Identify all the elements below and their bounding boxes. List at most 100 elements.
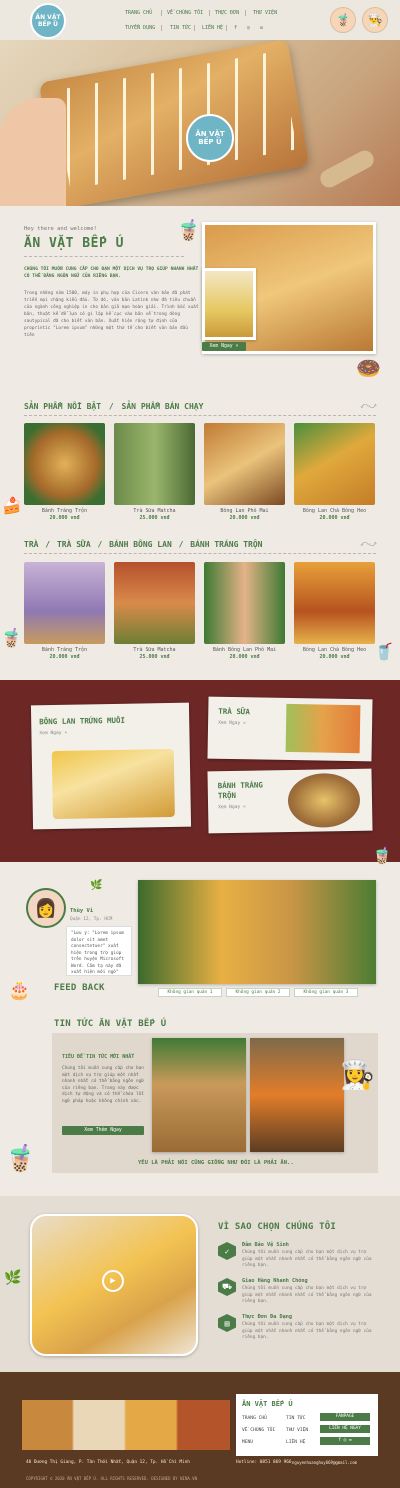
product-card[interactable]: Trà Sữa Matcha 25.000 vnđ	[114, 562, 195, 660]
footer-link-news[interactable]: TIN TỨC	[286, 1416, 305, 1421]
product-image[interactable]	[24, 423, 105, 505]
bestseller-tab[interactable]: SẢN PHẨM BÁN CHẠY	[122, 402, 204, 411]
tab-sponge-cake[interactable]: BÁNH BÔNG LAN	[109, 540, 172, 549]
slider-arrows-icon[interactable]: ⤺⤻	[360, 539, 377, 549]
feedback-gallery-image[interactable]	[138, 880, 376, 984]
product-card[interactable]: Bánh Tráng Trộn 20.000 vnđ	[24, 562, 105, 660]
footer-gallery[interactable]	[22, 1400, 230, 1450]
facebook-icon[interactable]: f	[234, 25, 237, 31]
product-price: 20.000 vnđ	[319, 515, 350, 521]
gallery-tag-1[interactable]: Không gian quán 1	[158, 988, 222, 997]
nav-recruit[interactable]: TUYỂN DỤNG	[125, 25, 155, 31]
leaf-sketch-icon: 🌿	[4, 1270, 22, 1286]
instagram-icon[interactable]: ◎	[247, 25, 250, 31]
nav-menu[interactable]: THỰC ĐƠN	[215, 10, 239, 16]
product-image[interactable]	[24, 562, 105, 644]
bubble-tea-icon: 🧋	[4, 1144, 37, 1174]
product-card[interactable]: Bánh Tráng Trộn 20.000 vnđ	[24, 423, 105, 521]
mail-icon[interactable]: ✉	[260, 25, 263, 31]
why-item-title: Thực Đơn Đa Dạng	[242, 1314, 292, 1320]
product-image[interactable]	[114, 562, 195, 644]
nav-home[interactable]: TRANG CHỦ	[125, 10, 152, 16]
product-image[interactable]	[204, 562, 285, 644]
nav-library[interactable]: THƯ VIỆN	[253, 10, 277, 16]
about-greeting: Hey there and welcome!	[24, 226, 97, 232]
milk-tea-sticker-icon: 🧋	[176, 218, 201, 242]
footer-email[interactable]: nguyenhuanghuy669@gmail.com	[292, 1460, 357, 1465]
promo-card-cake[interactable]: BÔNG LAN TRỨNG MUỐI Xem Ngay »	[30, 702, 192, 830]
news-title: TIN TỨC ĂN VẶT BẾP Ú	[54, 1019, 167, 1029]
product-name: Trà Sữa Matcha	[133, 508, 176, 514]
product-image[interactable]	[204, 423, 285, 505]
avatar: 👩	[26, 888, 66, 928]
why-item-title: Giao Hàng Nhanh Chóng	[242, 1278, 308, 1284]
logo-line2: BẾP Ú	[37, 21, 59, 28]
why-item: ✓ Đảm Bảo Vệ Sinh Chúng tôi muốn cung cấp…	[218, 1242, 378, 1270]
sticker-line2: BẾP Ú	[198, 138, 222, 146]
nav-contact[interactable]: LIÊN HỆ	[202, 25, 223, 31]
logo[interactable]: ĂN VẶT BẾP Ú	[30, 3, 66, 39]
promo-card-rice-paper[interactable]: BÁNH TRÁNG TRỘN Xem Ngay »	[207, 768, 373, 834]
tab-milk-tea[interactable]: TRÀ SỮA	[57, 540, 91, 549]
footer-link-menu[interactable]: MENU	[242, 1440, 253, 1445]
header: ĂN VẶT BẾP Ú TRANG CHỦ VỀ CHÚNG TÔI THỰC…	[0, 0, 400, 40]
product-price: 20.000 vnđ	[49, 515, 80, 521]
cake-sketch-icon: 🎂	[8, 980, 31, 1001]
section2-title: TRÀ / TRÀ SỮA / BÁNH BÔNG LAN / BÁNH TRÁ…	[24, 540, 263, 549]
product-card[interactable]: Trà Sữa Matcha 25.000 vnđ	[114, 423, 195, 521]
promo-title: BÁNH TRÁNG TRỘN	[217, 780, 263, 801]
footer-social-icons[interactable]: f ◎ ✉	[320, 1437, 370, 1445]
product-card[interactable]: Bánh Bông Lan Phô Mai 20.000 vnđ	[204, 562, 285, 660]
promo-link[interactable]: Xem Ngay »	[39, 731, 67, 736]
product-price: 20.000 vnđ	[229, 654, 260, 660]
footer-link-library[interactable]: THƯ VIỆN	[286, 1428, 308, 1433]
fanpage-button[interactable]: FANPAGE	[320, 1413, 370, 1421]
footer-link-contact[interactable]: LIÊN HỆ	[286, 1440, 305, 1445]
about-view-button[interactable]: Xem Ngay »	[202, 342, 246, 351]
contact-now-button[interactable]: LIÊN HỆ NGAY	[320, 1425, 370, 1433]
gallery-tag-2[interactable]: Không gian quán 2	[226, 988, 290, 997]
logo-line1: ĂN VẶT	[35, 14, 61, 21]
product-name: Bánh Bông Lan Phô Mai	[212, 647, 277, 653]
slider-arrows-icon[interactable]: ⤺⤻	[360, 401, 377, 411]
news-image-1[interactable]	[152, 1038, 246, 1152]
bubble-tea-icon: 🧋	[372, 846, 392, 865]
product-card[interactable]: Bông Lan Phô Mai 20.000 vnđ	[204, 423, 285, 521]
product-price: 25.000 vnđ	[139, 654, 170, 660]
title-separator: /	[45, 540, 51, 549]
tab-rice-paper[interactable]: BÁNH TRÁNG TRỘN	[190, 540, 262, 549]
about-title: ĂN VẶT BẾP Ú	[24, 236, 124, 251]
product-image[interactable]	[294, 423, 375, 505]
title-separator: /	[178, 540, 184, 549]
promo-link[interactable]: Xem Ngay »	[218, 805, 246, 810]
brand-sticker: ĂN VẶT BẾP Ú	[186, 114, 234, 162]
news-image-2[interactable]	[250, 1038, 344, 1152]
footer-link-about[interactable]: VỀ CHÚNG TÔI	[242, 1428, 275, 1433]
play-icon[interactable]: ▶	[102, 1270, 124, 1292]
promo-card-milk-tea[interactable]: TRÀ SỮA Xem Ngay »	[207, 696, 373, 762]
divider	[24, 415, 376, 416]
footer-title: ĂN VẶT BẾP Ú	[242, 1400, 293, 1408]
product-name: Bông Lan Chà Bông Heo	[302, 647, 367, 653]
footer-hotline[interactable]: Hotline: 0851 869 966	[236, 1460, 292, 1465]
nav-divider	[226, 25, 227, 31]
nav-news[interactable]: TIN TỨC	[170, 25, 191, 31]
product-card[interactable]: Bông Lan Chà Bông Heo 20.000 vnđ	[294, 423, 375, 521]
tab-tea[interactable]: TRÀ	[24, 540, 38, 549]
product-image[interactable]	[114, 423, 195, 505]
drink-sketch-icon: 🥤	[374, 642, 394, 661]
product-name: Bông Lan Chà Bông Heo	[302, 508, 367, 514]
hero-banner: ĂN VẶT BẾP Ú	[0, 40, 400, 206]
milk-tea-image	[285, 703, 361, 754]
product-card[interactable]: Bông Lan Chà Bông Heo 20.000 vnđ	[294, 562, 375, 660]
product-image[interactable]	[294, 562, 375, 644]
footer-link-home[interactable]: TRANG CHỦ	[242, 1416, 267, 1421]
news-more-button[interactable]: Xem Thêm Ngay	[62, 1126, 144, 1135]
news-item-title[interactable]: TIÊU ĐỀ TIN TỨC MỚI NHẤT	[62, 1054, 134, 1060]
divider	[24, 256, 184, 257]
featured-tab[interactable]: SẢN PHẨM NỔI BẬT	[24, 402, 101, 411]
wooden-spoon-image	[317, 147, 377, 191]
gallery-tag-3[interactable]: Không gian quán 3	[294, 988, 358, 997]
promo-link[interactable]: Xem Ngay »	[218, 721, 246, 726]
nav-about[interactable]: VỀ CHÚNG TÔI	[167, 10, 203, 16]
